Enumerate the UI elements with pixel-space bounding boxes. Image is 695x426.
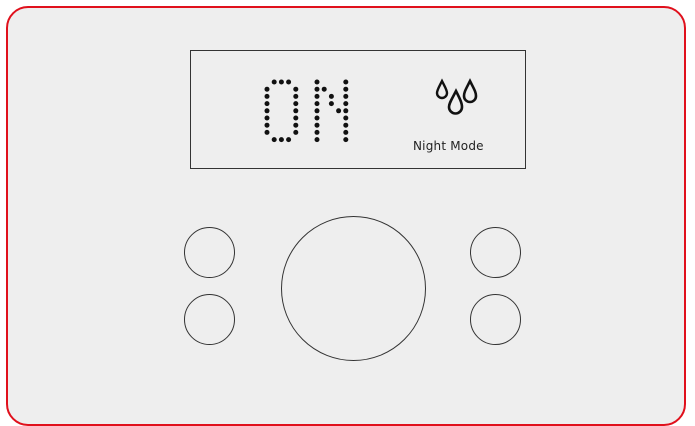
left-bottom-button[interactable] [184,294,235,345]
status-indicator-led: ON [264,79,349,143]
right-bottom-button[interactable] [470,294,521,345]
center-dial-button[interactable] [281,216,426,361]
left-top-button[interactable] [184,227,235,278]
water-drops-icon [435,78,478,115]
mode-label: Night Mode [413,139,484,153]
lcd-display: ON Night Mode [190,50,526,169]
device-panel: ON Night Mode [6,6,686,426]
right-top-button[interactable] [470,227,521,278]
